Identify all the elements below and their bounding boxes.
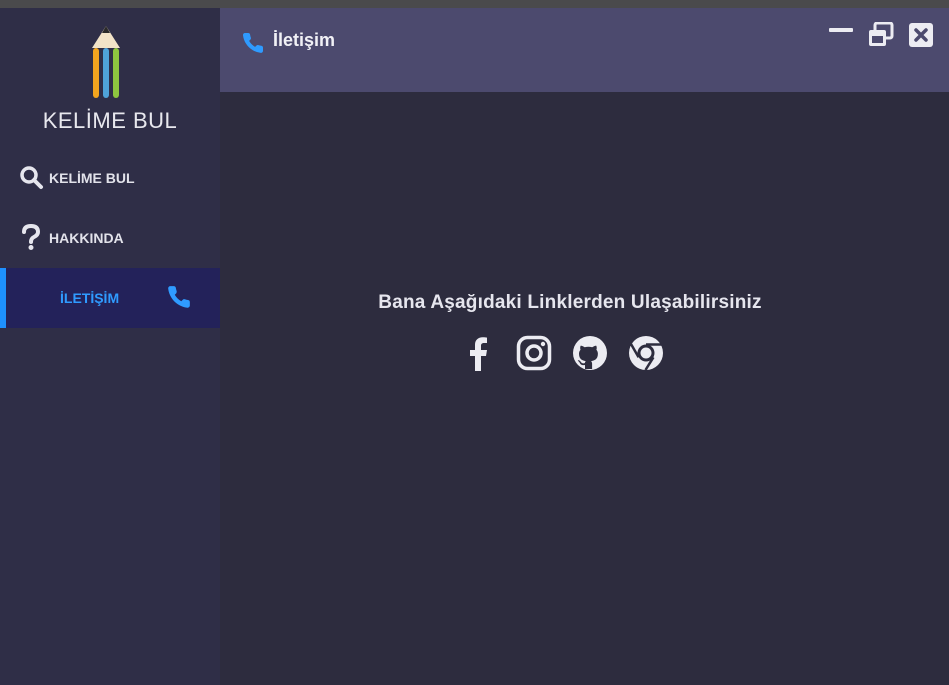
main-content: Bana Aşağıdaki Linklerden Ulaşabilirsini… [220, 92, 949, 685]
sidebar-item-label: HAKKINDA [49, 230, 124, 246]
app-name: KELİME BUL [42, 108, 178, 133]
github-icon[interactable] [572, 335, 608, 371]
sidebar-item-label: KELİME BUL [49, 170, 135, 186]
facebook-icon[interactable] [460, 335, 496, 371]
window-top-bar [0, 0, 949, 8]
page-title: İletişim [273, 30, 336, 50]
question-icon [22, 224, 41, 250]
pencil-logo-icon [92, 26, 120, 98]
chrome-icon[interactable] [628, 335, 664, 371]
active-indicator [0, 268, 6, 328]
phone-icon [168, 286, 190, 308]
app-logo: KELİME BUL [0, 8, 220, 148]
search-icon [20, 166, 43, 189]
page-header: İletişim [220, 8, 949, 92]
sidebar-item-kelime-bul[interactable]: KELİME BUL [0, 148, 220, 208]
restore-icon[interactable] [868, 22, 894, 48]
phone-icon [242, 32, 264, 53]
sidebar-item-hakkinda[interactable]: HAKKINDA [0, 208, 220, 268]
instagram-icon[interactable] [516, 335, 552, 371]
sidebar: KELİME BUL KELİME BUL HAKKINDA İLETİŞİM [0, 8, 220, 685]
sidebar-item-label: İLETİŞİM [60, 290, 120, 306]
minimize-icon[interactable] [828, 22, 854, 48]
sidebar-item-iletisim[interactable]: İLETİŞİM [0, 268, 220, 328]
contact-message: Bana Aşağıdaki Linklerden Ulaşabilirsini… [378, 292, 762, 313]
close-icon[interactable] [908, 22, 934, 48]
